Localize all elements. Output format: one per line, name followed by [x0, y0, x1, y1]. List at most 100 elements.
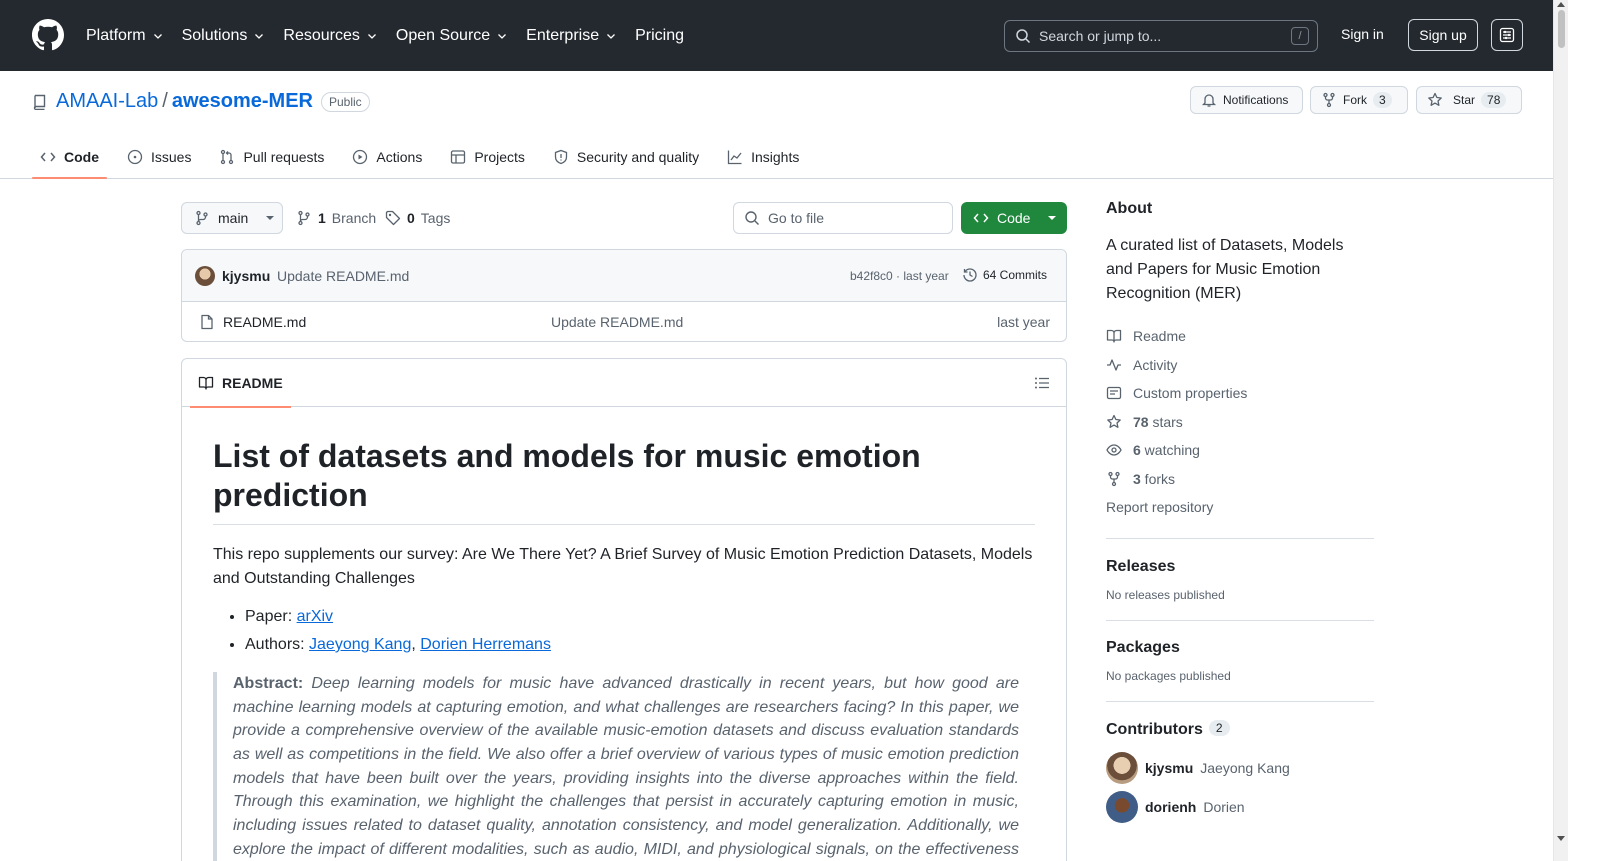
contributor-login: dorienh [1145, 799, 1197, 815]
sliders-icon [1499, 27, 1515, 43]
nav-solutions[interactable]: Solutions [182, 27, 266, 45]
scroll-up-arrow-icon[interactable] [1557, 2, 1565, 7]
contributors-heading[interactable]: Contributors 2 [1106, 719, 1374, 739]
chevron-down-icon [607, 33, 616, 39]
list-item: Authors: Jaeyong Kang, Dorien Herremans [245, 633, 1035, 657]
list-unordered-icon[interactable] [1034, 375, 1050, 391]
nav-pricing[interactable]: Pricing [635, 27, 684, 45]
tags-link[interactable]: 0 Tags [385, 210, 450, 226]
search-icon [1016, 29, 1031, 44]
packages-empty: No packages published [1106, 668, 1231, 683]
abstract-quote: Abstract: Deep learning models for music… [213, 672, 1035, 861]
star-count: 78 [1481, 92, 1507, 108]
table-row[interactable]: README.md Update README.md last year [182, 302, 1066, 341]
scroll-down-arrow-icon[interactable] [1557, 836, 1565, 841]
author-link-kang[interactable]: Jaeyong Kang [309, 636, 411, 653]
github-logo-icon[interactable] [32, 19, 64, 51]
notifications-button[interactable]: Notifications [1190, 86, 1303, 114]
activity-link[interactable]: Activity [1106, 351, 1374, 380]
readme-intro: This repo supplements our survey: Are We… [213, 546, 1033, 588]
star-icon [1107, 414, 1121, 428]
branch-icon [196, 210, 208, 226]
global-search-input[interactable]: Search or jump to... / [1004, 20, 1318, 52]
pulse-icon [1107, 359, 1121, 371]
list-item[interactable]: kjysmu Jaeyong Kang [1106, 749, 1374, 788]
book-icon [1106, 330, 1122, 343]
watching-link[interactable]: 6 watching [1106, 436, 1374, 465]
readme-link[interactable]: Readme [1106, 322, 1374, 351]
code-dropdown-button[interactable]: Code [961, 202, 1067, 234]
sign-in-link[interactable]: Sign in [1341, 26, 1384, 42]
repo-owner-link[interactable]: AMAAI-Lab [56, 90, 158, 113]
caret-down-icon [266, 216, 275, 220]
tab-projects[interactable]: Projects [442, 135, 533, 179]
repo-title: AMAAI-Lab / awesome-MER Public [32, 90, 370, 113]
file-commit-message[interactable]: Update README.md [551, 314, 683, 330]
search-shortcut-key: / [1291, 27, 1309, 45]
report-repository-link[interactable]: Report repository [1106, 493, 1374, 522]
tab-security[interactable]: Security and quality [545, 135, 707, 179]
custom-properties-link[interactable]: Custom properties [1106, 379, 1374, 408]
visibility-badge: Public [320, 91, 370, 112]
list-item: Paper: arXiv [245, 605, 1035, 629]
readme-list: Paper: arXiv Authors: Jaeyong Kang, Dori… [213, 605, 1035, 657]
star-icon [1428, 92, 1442, 106]
arxiv-link[interactable]: arXiv [297, 608, 333, 625]
issue-icon [127, 149, 143, 165]
tab-issues[interactable]: Issues [119, 135, 199, 179]
releases-section: Releases No releases published [1106, 537, 1374, 620]
forks-link[interactable]: 3 forks [1106, 465, 1374, 494]
commit-author-link[interactable]: kjysmu [222, 268, 270, 284]
nav-platform[interactable]: Platform [86, 27, 164, 45]
commit-hash-link[interactable]: b42f8c0 · last year [850, 269, 949, 283]
pull-request-icon [221, 149, 234, 165]
commits-link[interactable]: 64 Commits [962, 267, 1047, 283]
list-item[interactable]: dorienh Dorien [1106, 788, 1374, 827]
tab-pull-requests[interactable]: Pull requests [211, 135, 332, 179]
tab-actions[interactable]: Actions [344, 135, 430, 179]
sign-up-button[interactable]: Sign up [1408, 19, 1478, 51]
packages-heading[interactable]: Packages [1106, 639, 1374, 657]
readme-tab[interactable]: README [190, 359, 291, 408]
author-link-herremans[interactable]: Dorien Herremans [420, 636, 551, 653]
branch-select-button[interactable]: main [181, 202, 283, 234]
nav-open-source[interactable]: Open Source [396, 27, 508, 45]
history-icon [963, 268, 977, 282]
fork-button[interactable]: Fork 3 [1310, 86, 1408, 114]
commit-message-link[interactable]: Update README.md [277, 268, 409, 284]
packages-section: Packages No packages published [1106, 619, 1374, 701]
book-icon [198, 376, 214, 390]
readme-header: README [182, 359, 1066, 408]
file-icon [201, 314, 213, 330]
star-button[interactable]: Star 78 [1416, 86, 1522, 114]
tab-code[interactable]: Code [32, 135, 107, 179]
releases-heading[interactable]: Releases [1106, 558, 1374, 576]
repo-name-link[interactable]: awesome-MER [172, 90, 313, 113]
scroll-thumb[interactable] [1558, 10, 1565, 48]
branches-link[interactable]: 1 Branch [296, 210, 376, 226]
nav-resources[interactable]: Resources [283, 27, 377, 45]
bell-icon [1201, 94, 1217, 107]
repo-separator: / [162, 90, 168, 112]
branch-icon [298, 210, 310, 226]
repo-tabs: Code Issues Pull requests Actions Projec… [32, 135, 819, 179]
go-to-file-input[interactable]: Go to file [733, 202, 953, 234]
code-icon [973, 213, 989, 223]
repo-icon [33, 94, 46, 110]
shield-icon [554, 149, 568, 165]
avatar[interactable] [1106, 752, 1138, 784]
avatar[interactable] [1106, 791, 1138, 823]
file-browser: kjysmu Update README.md b42f8c0 · last y… [181, 249, 1067, 342]
releases-empty: No releases published [1106, 587, 1225, 602]
file-name-link[interactable]: README.md [223, 314, 306, 330]
page-scrollbar[interactable] [1553, 0, 1568, 861]
avatar[interactable] [195, 266, 215, 286]
fork-count: 3 [1373, 92, 1392, 108]
menu-button[interactable] [1491, 19, 1523, 51]
nav-enterprise[interactable]: Enterprise [526, 27, 617, 45]
code-icon [40, 152, 56, 162]
eye-icon [1106, 444, 1122, 456]
tab-insights[interactable]: Insights [719, 135, 807, 179]
contributor-name: Dorien [1203, 799, 1245, 815]
stars-link[interactable]: 78 stars [1106, 408, 1374, 437]
